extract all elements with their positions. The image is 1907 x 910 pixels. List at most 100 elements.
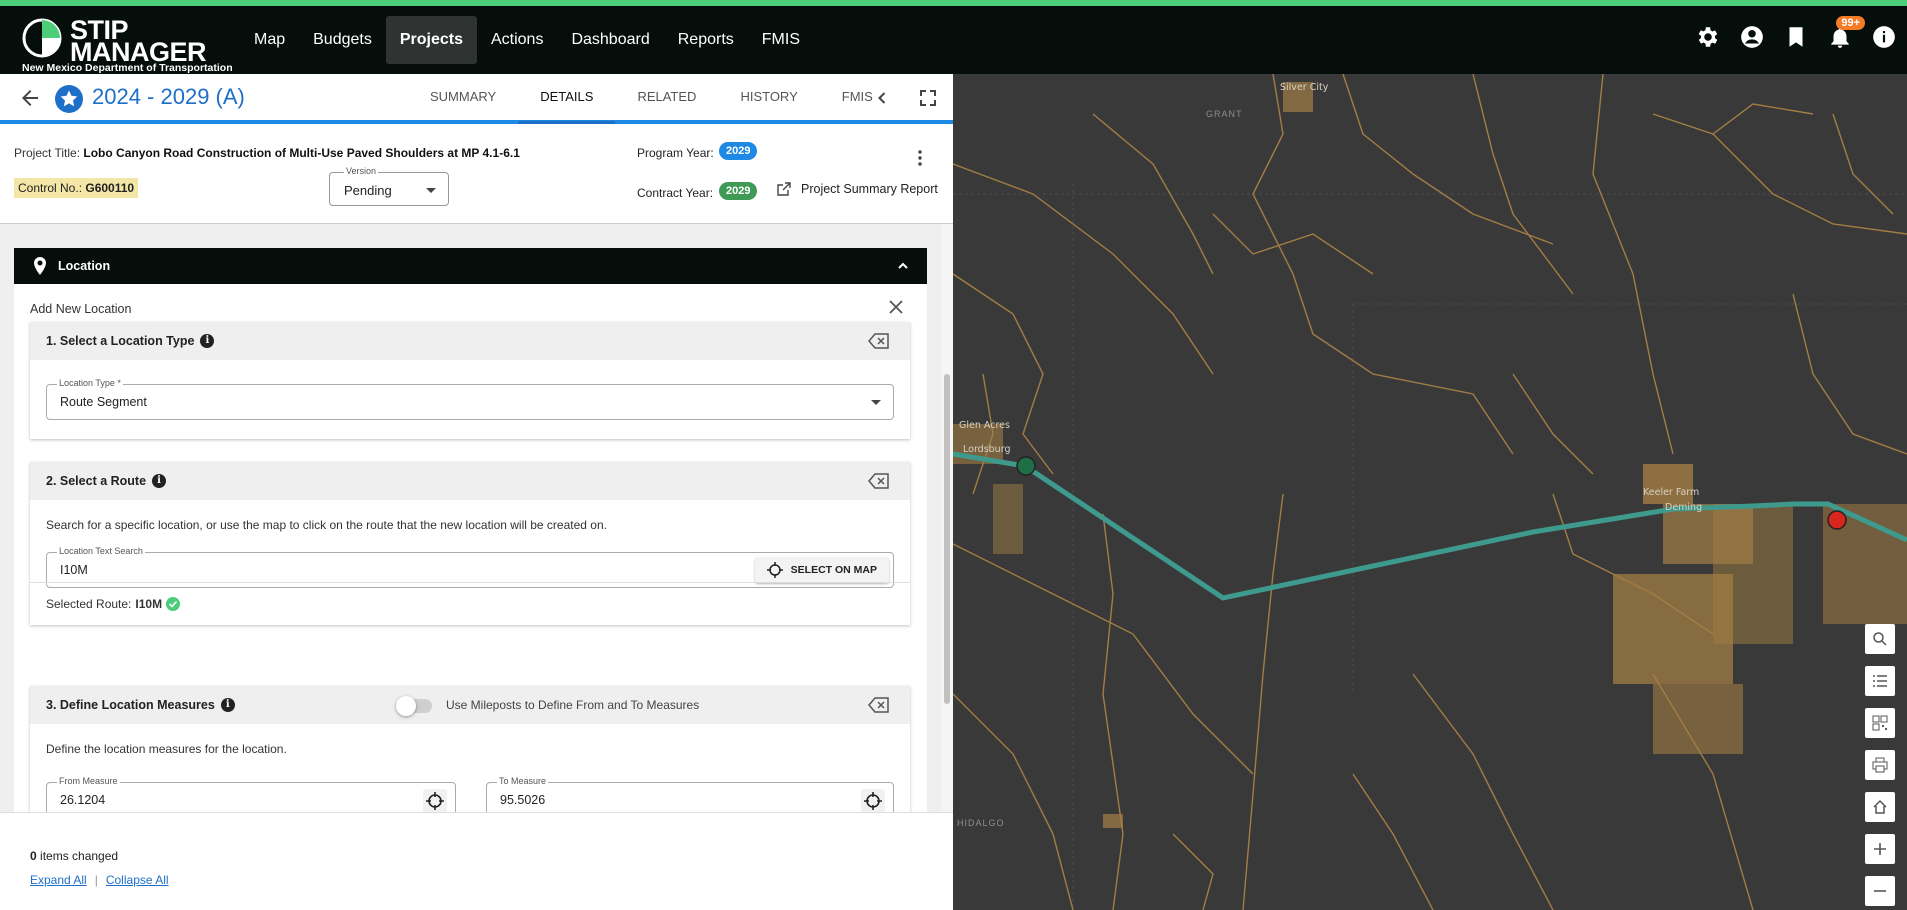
qr-code-icon[interactable] <box>1865 708 1895 738</box>
contract-year-badge: 2029 <box>719 182 758 200</box>
map-label-lordsburg: Lordsburg <box>963 444 1011 455</box>
account-icon[interactable] <box>1739 24 1767 52</box>
external-link-icon <box>777 182 791 196</box>
from-measure-input[interactable]: From Measure 26.1204 <box>46 776 456 812</box>
tab-related[interactable]: RELATED <box>615 74 718 124</box>
project-heading: 2024 - 2029 (A) <box>92 84 245 109</box>
zoom-in-icon[interactable] <box>1865 834 1895 864</box>
to-measure-label: To Measure <box>497 776 549 786</box>
check-circle-icon <box>166 597 181 611</box>
map-label-silver-city: Silver City <box>1280 82 1329 93</box>
route-start-marker[interactable] <box>1016 456 1036 476</box>
list-icon[interactable] <box>1865 666 1895 696</box>
selected-route-value: I10M <box>135 597 163 611</box>
mileposts-toggle-label: Use Mileposts to Define From and To Meas… <box>446 698 700 712</box>
nav-item-actions[interactable]: Actions <box>477 16 557 64</box>
location-section-title: Location <box>58 259 111 273</box>
top-nav: STIP MANAGER New Mexico Department of Tr… <box>0 6 1907 74</box>
from-measure-value: 26.1204 <box>60 793 106 807</box>
nav-item-projects[interactable]: Projects <box>385 16 477 64</box>
app-logo[interactable]: STIP MANAGER New Mexico Department of Tr… <box>20 12 233 75</box>
to-measure-input[interactable]: To Measure 95.5026 <box>486 776 894 812</box>
gear-icon[interactable] <box>1695 24 1723 52</box>
scrollbar-thumb[interactable] <box>944 374 950 704</box>
clear-backspace-icon[interactable] <box>868 333 890 349</box>
map-view[interactable]: Silver City GRANT Glen Acres Lordsburg K… <box>953 74 1907 910</box>
project-summary-report-link[interactable]: Project Summary Report <box>777 182 938 196</box>
dropdown-arrow-icon <box>426 188 436 193</box>
map-label-keeler-farm: Keeler Farm <box>1643 487 1700 498</box>
version-value: Pending <box>344 183 392 198</box>
tab-history[interactable]: HISTORY <box>718 74 819 124</box>
items-changed-label: items changed <box>40 849 119 863</box>
crosshair-icon[interactable] <box>861 789 885 812</box>
back-arrow-icon[interactable] <box>18 86 42 110</box>
expand-collapse-links: Expand All | Collapse All <box>30 873 169 887</box>
location-text-search-label: Location Text Search <box>57 546 145 556</box>
home-icon[interactable] <box>1865 792 1895 822</box>
location-pin-icon <box>34 257 46 275</box>
tab-summary[interactable]: SUMMARY <box>408 74 518 124</box>
link-separator: | <box>94 873 98 887</box>
footer: 0 items changed Expand All | Collapse Al… <box>0 812 953 910</box>
location-section-header[interactable]: Location <box>14 248 927 284</box>
map-region-hidalgo: HIDALGO <box>957 818 1005 828</box>
measures-instructions: Define the location measures for the loc… <box>46 742 287 756</box>
project-title-value: Lobo Canyon Road Construction of Multi-U… <box>83 146 520 160</box>
select-on-map-button[interactable]: SELECT ON MAP <box>754 557 889 583</box>
route-instructions: Search for a specific location, or use t… <box>46 518 607 532</box>
crosshair-icon[interactable] <box>423 789 447 812</box>
route-end-marker[interactable] <box>1827 510 1847 530</box>
content-scrollbar[interactable] <box>941 224 953 812</box>
info-icon[interactable]: i <box>220 698 235 712</box>
version-label: Version <box>344 166 379 176</box>
clear-backspace-icon[interactable] <box>868 473 890 489</box>
app-subtitle: New Mexico Department of Transportation <box>22 62 233 74</box>
info-icon[interactable]: i <box>200 334 215 348</box>
nav-icon-bar: 99+ <box>1695 16 1899 52</box>
logo-mark-icon <box>22 18 62 58</box>
bell-icon[interactable]: 99+ <box>1827 16 1865 52</box>
nav-item-map[interactable]: Map <box>240 16 299 64</box>
tab-details[interactable]: DETAILS <box>518 74 616 124</box>
expand-all-link[interactable]: Expand All <box>30 873 87 887</box>
info-icon[interactable] <box>1871 24 1899 52</box>
step-define-measures: 3. Define Location Measures i Use Milepo… <box>30 686 910 812</box>
nav-item-dashboard[interactable]: Dashboard <box>557 16 663 64</box>
main-menu: Map Budgets Projects Actions Dashboard R… <box>240 16 814 64</box>
map-canvas[interactable] <box>953 74 1907 910</box>
divider <box>30 582 910 583</box>
selected-route-label: Selected Route: <box>46 597 132 611</box>
more-menu-icon[interactable] <box>912 148 928 168</box>
step3-title: 3. Define Location Measures <box>46 698 215 712</box>
project-title-label: Project Title: <box>14 146 81 160</box>
program-year-badge: 2029 <box>719 142 758 160</box>
mileposts-toggle[interactable] <box>396 696 432 716</box>
print-icon[interactable] <box>1865 750 1895 780</box>
collapse-all-link[interactable]: Collapse All <box>106 873 169 887</box>
info-icon[interactable]: i <box>152 474 167 488</box>
favorite-star-icon[interactable] <box>54 84 84 114</box>
to-measure-value: 95.5026 <box>500 793 546 807</box>
fullscreen-icon[interactable] <box>918 88 938 108</box>
nav-item-reports[interactable]: Reports <box>664 16 748 64</box>
search-icon[interactable] <box>1865 624 1895 654</box>
version-select[interactable]: Version Pending <box>329 166 449 206</box>
zoom-out-icon[interactable] <box>1865 876 1895 906</box>
project-title: Project Title: Lobo Canyon Road Construc… <box>14 146 520 160</box>
nav-item-fmis[interactable]: FMIS <box>748 16 814 64</box>
select-on-map-label: SELECT ON MAP <box>790 564 877 576</box>
nav-item-budgets[interactable]: Budgets <box>299 16 386 64</box>
app-name-line2: MANAGER <box>70 37 207 67</box>
map-region-grant: GRANT <box>1206 109 1243 119</box>
location-type-select[interactable]: Location Type * Route Segment <box>46 378 894 420</box>
chevron-left-icon[interactable] <box>872 88 892 108</box>
tabs: SUMMARY DETAILS RELATED HISTORY FMIS <box>408 74 895 124</box>
add-location-card: Add New Location 1. Select a Location Ty… <box>14 284 927 812</box>
bookmark-icon[interactable] <box>1783 24 1811 52</box>
clear-backspace-icon[interactable] <box>868 697 890 713</box>
crosshair-icon <box>766 562 783 578</box>
close-icon[interactable] <box>887 298 905 316</box>
items-changed: 0 items changed <box>30 849 118 863</box>
project-tab-bar: 2024 - 2029 (A) SUMMARY DETAILS RELATED … <box>0 74 953 124</box>
